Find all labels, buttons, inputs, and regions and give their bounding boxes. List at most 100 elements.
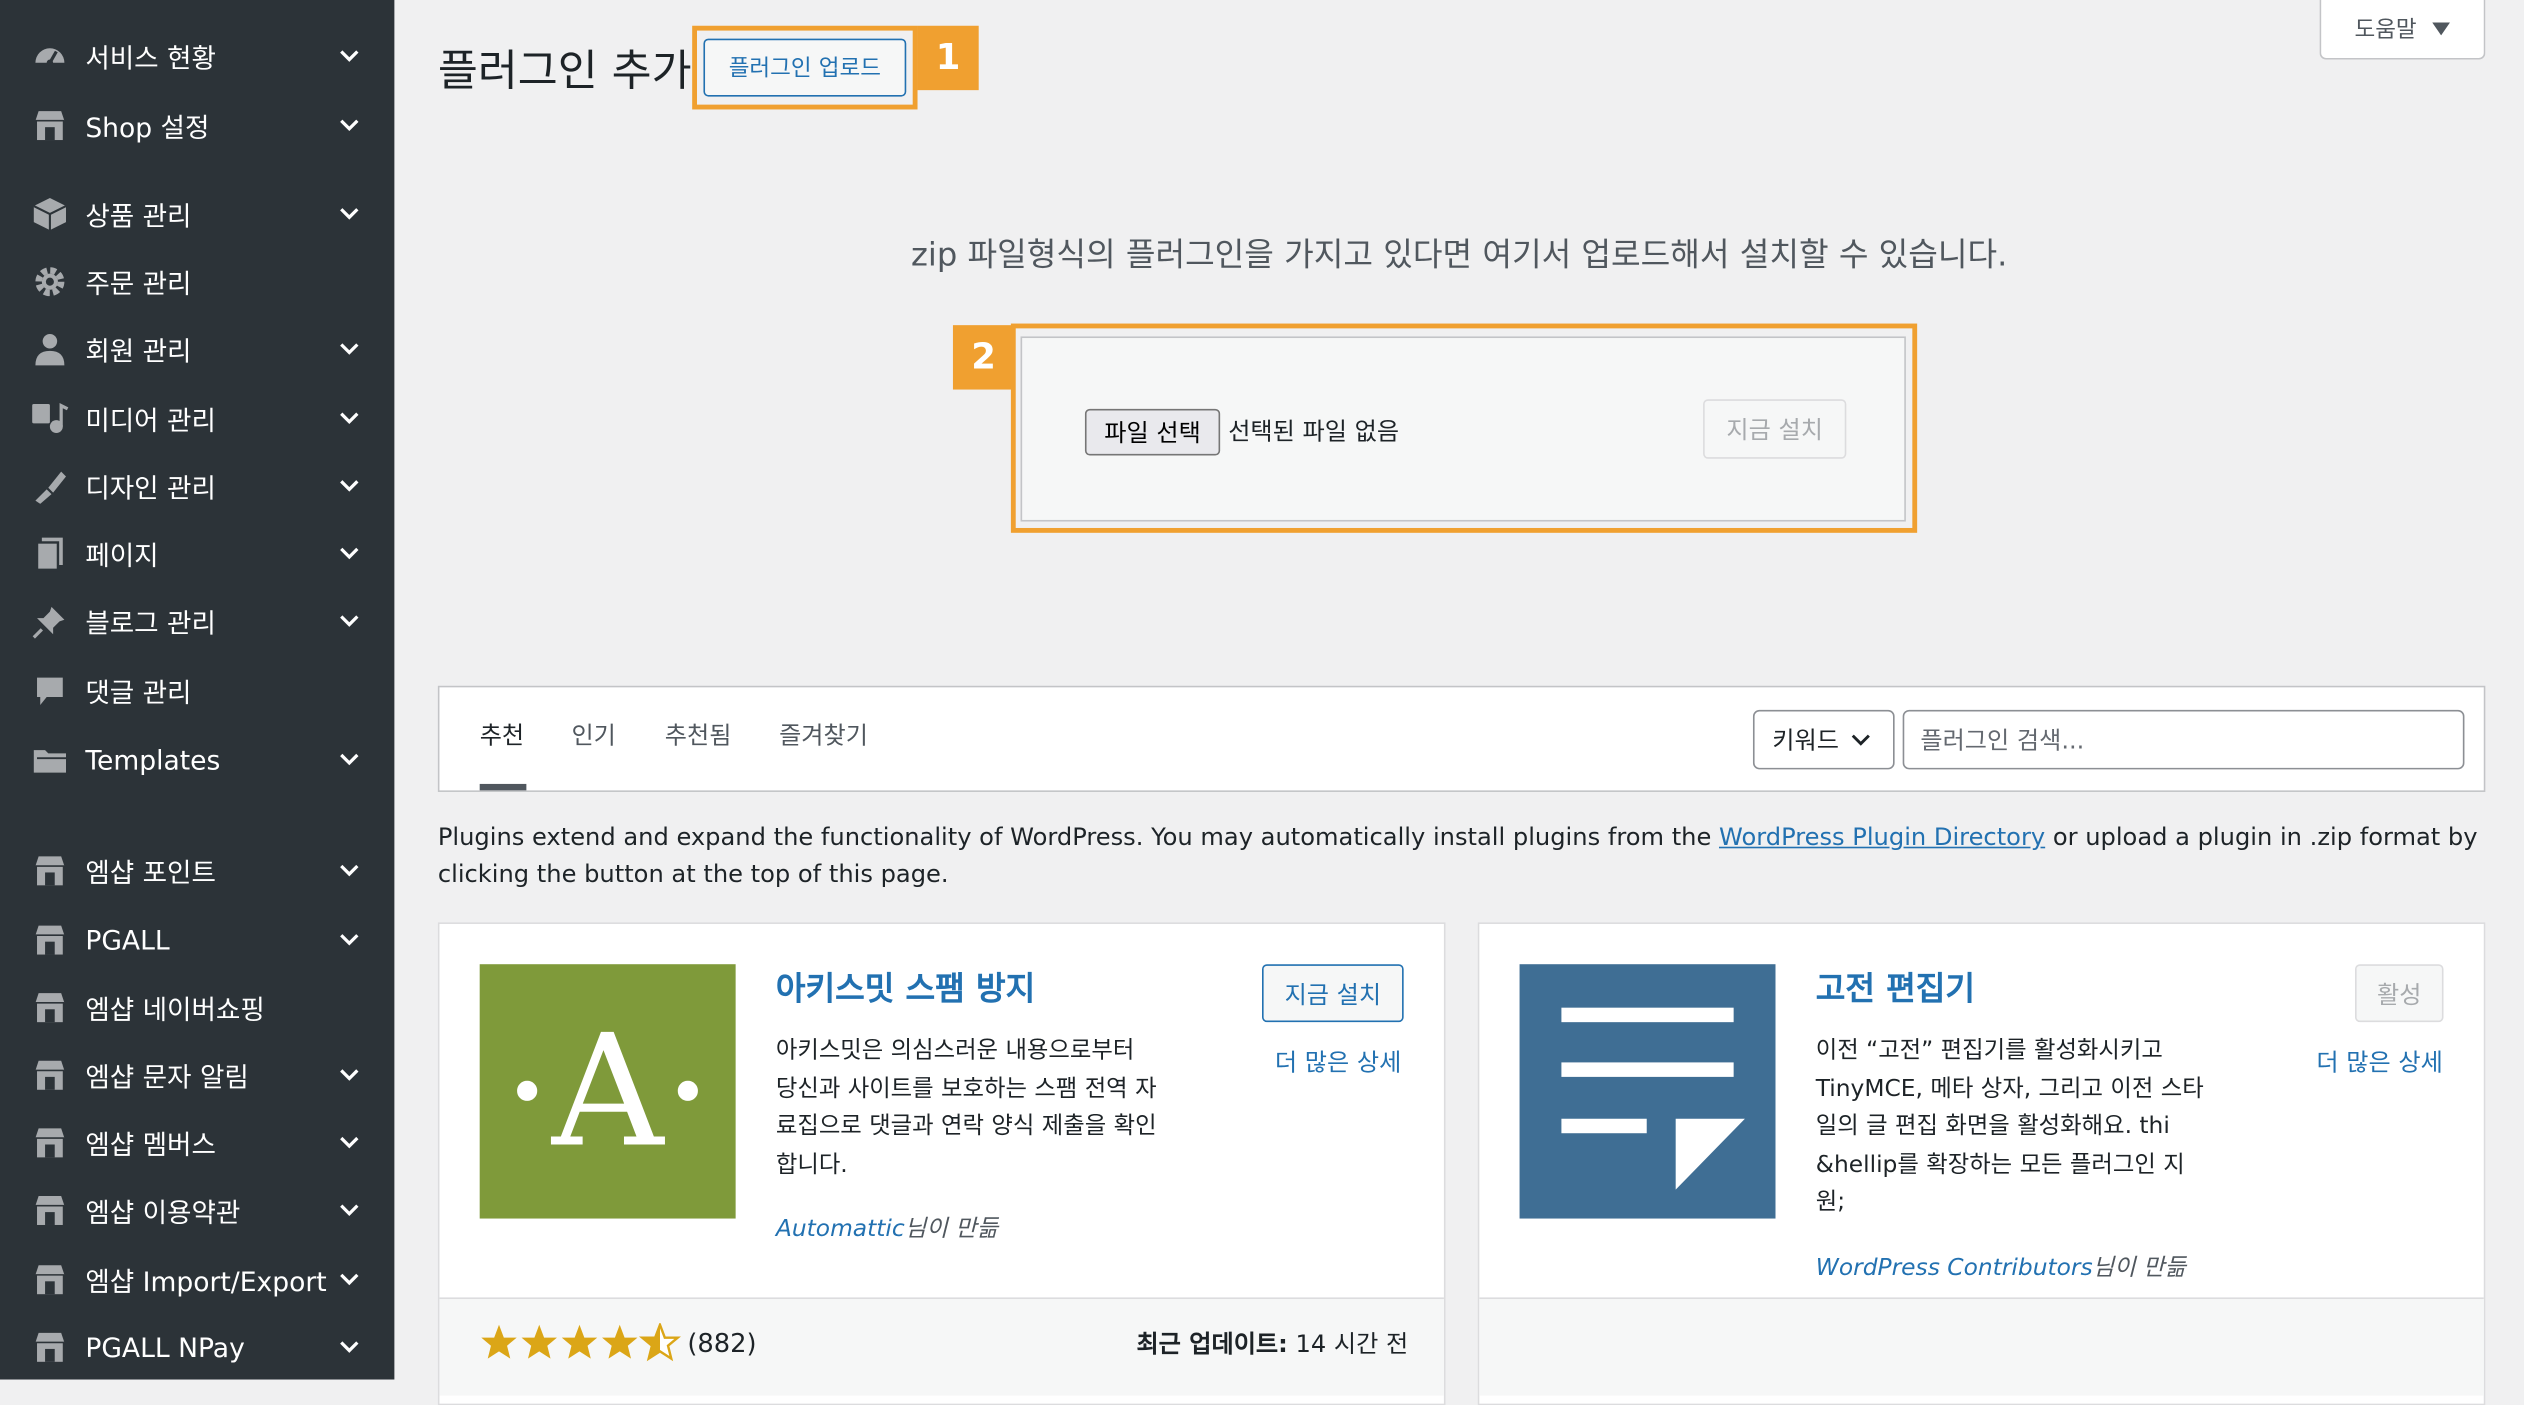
folder-icon <box>31 740 70 779</box>
sidebar-item-11[interactable]: 엠샵 포인트 <box>0 842 394 900</box>
highlight-box-1 <box>692 25 918 110</box>
plugin-description-akismet: 아키스밋은 의심스러운 내용으로부터 당신과 사이트를 보호하는 스팸 전역 자… <box>775 1038 1157 1178</box>
tab-popular[interactable]: 인기 <box>571 718 615 752</box>
akismet-plugin-icon: ·A· <box>479 964 736 1219</box>
sidebar-item-5[interactable]: 미디어 관리 <box>0 390 394 448</box>
sidebar-item-9[interactable]: 댓글 관리 <box>0 662 394 720</box>
product-box-icon <box>31 195 70 234</box>
last-updated: 최근 업데이트: 14 시간 전 <box>1136 1326 1408 1360</box>
install-now-button[interactable]: 지금 설치 <box>1703 399 1847 459</box>
sidebar-item-label: 엠샵 Import/Export <box>85 1266 327 1298</box>
sidebar-item-16[interactable]: 엠샵 이용약관 <box>0 1182 394 1240</box>
dashboard-icon <box>31 37 70 76</box>
brush-icon <box>31 467 70 506</box>
choose-file-button[interactable]: 파일 선택 <box>1084 408 1221 456</box>
chevron-down-icon[interactable] <box>336 858 362 884</box>
sidebar-item-15[interactable]: 엠샵 멤버스 <box>0 1114 394 1172</box>
sidebar-item-label: 미디어 관리 <box>85 405 216 437</box>
sidebar-item-label: 엠샵 이용약관 <box>85 1197 241 1229</box>
sidebar-item-2[interactable]: 상품 관리 <box>0 185 394 243</box>
search-type-label: 키워드 <box>1772 725 1839 755</box>
help-button[interactable]: 도움말 <box>2319 0 2486 60</box>
sidebar-item-label: 주문 관리 <box>85 268 192 300</box>
tab-recommended[interactable]: 추천됨 <box>665 718 732 752</box>
more-details-classic-editor-link[interactable]: 더 많은 상세 <box>2316 1045 2442 1079</box>
chevron-down-icon[interactable] <box>336 1334 362 1360</box>
chevron-down-icon[interactable] <box>336 336 362 362</box>
tab-favorites[interactable]: 즐겨찾기 <box>779 718 868 752</box>
chevron-down-icon[interactable] <box>336 201 362 227</box>
plugin-card-footer <box>1479 1297 2484 1396</box>
step-badge-1: 1 <box>917 25 979 91</box>
sidebar-item-label: 엠샵 포인트 <box>85 857 216 889</box>
sidebar-item-0[interactable]: 서비스 현황 <box>0 27 394 85</box>
pin-icon <box>31 602 70 641</box>
admin-sidebar: 서비스 현황 Shop 설정상품 관리주문 관리회원 관리미디어 관리디자인 관리… <box>0 0 395 1380</box>
sidebar-item-13[interactable]: 엠샵 네이버쇼핑 <box>0 979 394 1037</box>
more-details-akismet-link[interactable]: 더 많은 상세 <box>1275 1045 1401 1079</box>
plugin-name-classic-editor[interactable]: 고전 편집기 <box>1816 963 1975 1010</box>
install-akismet-button[interactable]: 지금 설치 <box>1262 964 1404 1023</box>
sidebar-item-label: 엠샵 문자 알림 <box>85 1062 249 1093</box>
search-type-select[interactable]: 키워드 <box>1752 709 1895 770</box>
shop-icon <box>31 1328 70 1367</box>
sidebar-item-label: 엠샵 멤버스 <box>85 1130 216 1161</box>
rating-stars <box>480 1321 682 1362</box>
sidebar-item-label: 서비스 현황 <box>85 43 216 75</box>
chevron-down-icon[interactable] <box>336 43 362 69</box>
plugin-search-input[interactable] <box>1902 709 2465 770</box>
chevron-down-icon[interactable] <box>336 927 362 953</box>
sidebar-item-6[interactable]: 디자인 관리 <box>0 457 394 515</box>
shop-icon <box>31 852 70 891</box>
chevron-down-icon[interactable] <box>336 608 362 634</box>
caret-down-icon <box>2432 22 2451 36</box>
plugin-author-classic-editor: WordPress Contributors님이 만듦 <box>1816 1251 2202 1289</box>
sidebar-item-8[interactable]: 블로그 관리 <box>0 592 394 650</box>
sidebar-item-4[interactable]: 회원 관리 <box>0 320 394 378</box>
author-suffix: 님이 만듦 <box>904 1216 999 1243</box>
author-link-akismet[interactable]: Automattic <box>776 1217 905 1243</box>
author-link-classic-editor[interactable]: WordPress Contributors <box>1816 1256 2093 1282</box>
current-tab-indicator <box>479 783 527 791</box>
rating-count: (882) <box>687 1328 757 1359</box>
last-updated-value: 14 시간 전 <box>1295 1329 1409 1359</box>
chevron-down-icon[interactable] <box>336 1062 362 1088</box>
sidebar-item-12[interactable]: PGALL <box>0 911 394 969</box>
shop-icon <box>31 1191 70 1230</box>
sidebar-item-18[interactable]: PGALL NPay <box>0 1318 394 1376</box>
star-icon <box>521 1324 557 1359</box>
plugin-name-akismet[interactable]: 아키스밋 스팸 방지 <box>776 963 1035 1010</box>
shop-icon <box>31 1260 70 1299</box>
chevron-down-icon[interactable] <box>336 406 362 432</box>
chevron-down-icon[interactable] <box>336 1267 362 1293</box>
plugin-directory-link[interactable]: WordPress Plugin Directory <box>1719 823 2045 852</box>
chevron-down-icon[interactable] <box>336 113 362 139</box>
chevron-down-icon[interactable] <box>336 747 362 773</box>
chevron-down-icon <box>1852 733 1871 745</box>
gear-icon <box>31 262 70 301</box>
sidebar-item-label: Shop 설정 <box>85 112 210 144</box>
chevron-down-icon[interactable] <box>336 1130 362 1156</box>
sidebar-item-10[interactable]: Templates <box>0 731 394 789</box>
chevron-down-icon[interactable] <box>336 541 362 567</box>
last-updated-label: 최근 업데이트: <box>1136 1329 1288 1359</box>
half-star-icon <box>638 1321 682 1362</box>
sidebar-item-label: PGALL <box>85 924 170 956</box>
shop-icon <box>31 106 70 145</box>
sidebar-item-1[interactable]: Shop 설정 <box>0 97 394 155</box>
comment-icon <box>31 671 70 710</box>
chevron-down-icon[interactable] <box>336 473 362 499</box>
sidebar-item-7[interactable]: 페이지 <box>0 525 394 583</box>
tab-featured[interactable]: 추천 <box>480 718 524 752</box>
user-icon <box>31 330 70 369</box>
sidebar-item-17[interactable]: 엠샵 Import/Export <box>0 1251 394 1309</box>
chevron-down-icon[interactable] <box>336 1198 362 1224</box>
star-icon <box>561 1324 598 1359</box>
sidebar-item-label: 블로그 관리 <box>85 608 216 640</box>
media-icon <box>31 399 70 438</box>
sidebar-item-14[interactable]: 엠샵 문자 알림 <box>0 1046 394 1104</box>
sidebar-item-label: 회원 관리 <box>85 336 192 368</box>
sidebar-item-3[interactable]: 주문 관리 <box>0 253 394 311</box>
plugin-author-akismet: Automattic님이 만듦 <box>776 1212 1162 1250</box>
sidebar-item-label: Templates <box>85 744 221 776</box>
